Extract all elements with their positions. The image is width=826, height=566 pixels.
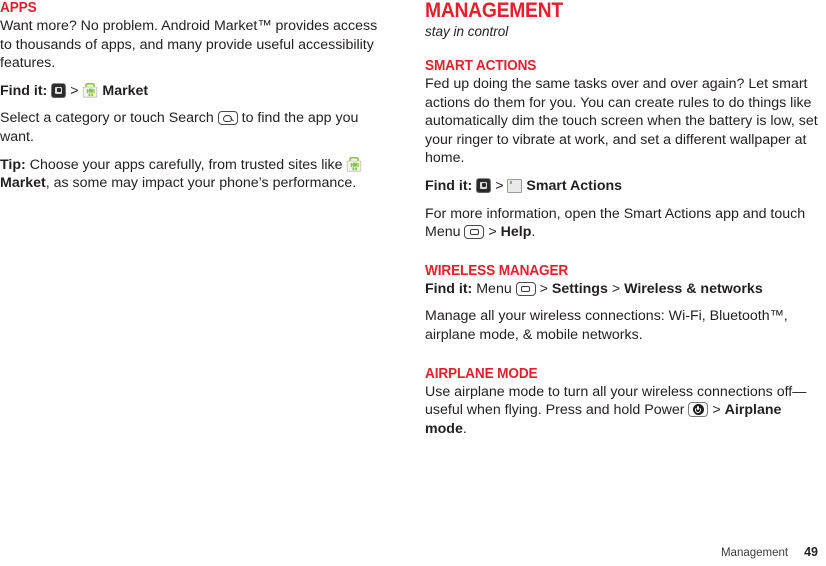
more-info-separator: > — [488, 224, 497, 241]
find-it-settings: Settings — [551, 280, 608, 297]
apps-intro-paragraph: Want more? No problem. Android Market™ p… — [0, 18, 378, 72]
apps-find-it-line: Find it: > Market — [0, 82, 392, 101]
select-text-pre: Select a category or touch Search — [0, 110, 214, 127]
find-it-label: Find it: — [425, 280, 473, 297]
find-it-label: Find it: — [425, 177, 473, 194]
wireless-manager-find-it-line: Find it: Menu > Settings > Wireless & ne… — [425, 280, 825, 299]
apps-tip-paragraph: Tip: Choose your apps carefully, from tr… — [0, 156, 392, 193]
menu-key-icon — [464, 225, 485, 240]
find-it-target: Market — [102, 82, 149, 99]
smart-actions-heading: SMART ACTIONS — [425, 58, 537, 74]
left-column: APPS Want more? No problem. Android Mark… — [0, 0, 392, 202]
android-market-icon — [82, 82, 98, 98]
section-subtitle: stay in control — [425, 24, 509, 39]
power-key-icon — [688, 402, 709, 418]
apps-tray-icon — [51, 82, 67, 98]
find-it-target: Smart Actions — [526, 177, 623, 194]
android-market-icon-tip — [346, 156, 362, 172]
more-info-post: . — [531, 224, 536, 241]
smart-actions-body: Fed up doing the same tasks over and ove… — [425, 76, 818, 167]
smart-actions-more-info: For more information, open the Smart Act… — [425, 205, 825, 242]
airplane-mode-heading: AIRPLANE MODE — [425, 365, 538, 382]
find-it-separator: > — [495, 177, 504, 194]
page-footer: Management 49 — [721, 545, 818, 559]
menu-key-icon — [515, 281, 536, 296]
find-it-label: Find it: — [0, 82, 48, 99]
find-it-menu-text: Menu — [476, 280, 512, 297]
tip-label: Tip: — [0, 156, 26, 173]
apps-select-paragraph: Select a category or touch Search to fin… — [0, 109, 392, 146]
right-column: MANAGEMENT stay in control SMART ACTIONS… — [425, 0, 825, 447]
apps-heading: APPS — [0, 0, 37, 16]
apps-tray-icon — [476, 177, 492, 193]
smart-actions-find-it-line: Find it: > Smart Actions — [425, 177, 825, 196]
smart-actions-icon — [507, 178, 523, 193]
find-it-separator-1: > — [539, 280, 548, 297]
more-info-bold: Help — [500, 224, 532, 241]
footer-section-name: Management — [720, 547, 789, 559]
search-key-icon — [217, 111, 238, 126]
find-it-separator: > — [70, 82, 79, 99]
find-it-separator-2: > — [611, 280, 621, 297]
airplane-post: . — [462, 420, 467, 437]
manual-page: APPS Want more? No problem. Android Mark… — [0, 0, 826, 566]
tip-text-pre: Choose your apps carefully, from trusted… — [29, 156, 343, 173]
footer-page-number: 49 — [804, 545, 818, 559]
wireless-manager-heading: WIRELESS MANAGER — [425, 262, 569, 279]
airplane-mode-body: Use airplane mode to turn all your wirel… — [425, 383, 825, 439]
find-it-target: Wireless & networks — [624, 280, 763, 297]
wireless-manager-body: Manage all your wireless connections: Wi… — [425, 308, 788, 343]
section-title: MANAGEMENT — [425, 0, 563, 22]
tip-text-post: , as some may impact your phone’s perfor… — [45, 175, 357, 192]
tip-bold-market: Market — [0, 175, 46, 192]
airplane-separator: > — [712, 402, 721, 419]
